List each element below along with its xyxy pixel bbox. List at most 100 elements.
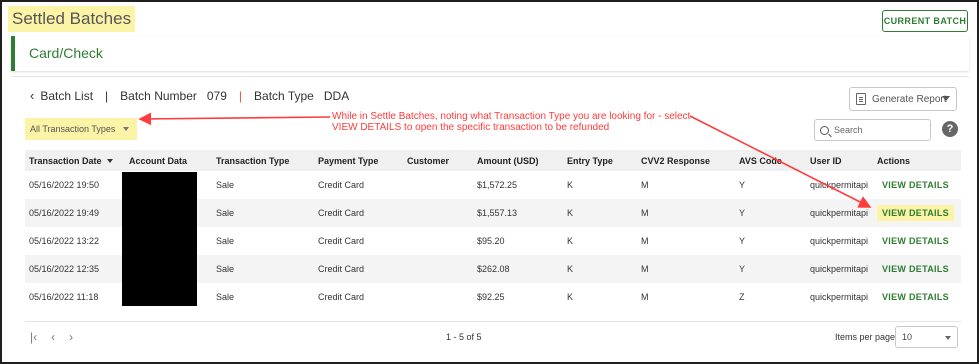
cell-amount: $1,557.13 (477, 208, 518, 218)
cell-date: 05/16/2022 13:22 (29, 236, 100, 246)
items-per-page-label: Items per page (835, 332, 896, 342)
cell-customer (403, 255, 473, 283)
column-header: Amount (USD) (477, 155, 539, 166)
current-batch-button[interactable]: CURRENT BATCH (882, 10, 968, 32)
column-header: Entry Type (567, 155, 613, 166)
section-header: Card/Check (11, 36, 969, 71)
filter-value: All Transaction Types (30, 124, 116, 134)
cell-payment: Credit Card (318, 180, 365, 190)
page-title: Settled Batches (8, 6, 136, 32)
cell-user: quickpermitapi (810, 180, 869, 190)
cell-entry: K (567, 180, 574, 190)
chevron-down-icon (945, 336, 951, 340)
column-header: Customer (407, 155, 450, 166)
cell-payment: Credit Card (318, 208, 365, 218)
first-page-icon[interactable]: |‹ (30, 330, 37, 344)
cell-cvv2: M (641, 236, 649, 246)
cell-avs: Z (739, 292, 745, 302)
cell-cvv2: M (641, 208, 649, 218)
divider (11, 76, 969, 77)
cell-amount: $95.20 (477, 236, 505, 246)
chevron-left-icon[interactable]: ‹ (30, 88, 34, 103)
cell-avs: Y (739, 264, 746, 274)
cell-date: 05/16/2022 11:18 (29, 292, 99, 302)
sort-down-icon[interactable] (106, 159, 113, 164)
cell-date: 05/16/2022 19:50 (29, 180, 100, 190)
cell-payment: Credit Card (318, 292, 365, 302)
view-details-button[interactable]: VIEW DETAILS (877, 233, 954, 249)
cell-entry: K (567, 208, 574, 218)
chevron-down-icon (123, 127, 129, 131)
cell-amount: $262.08 (477, 264, 510, 274)
cell-type: Sale (216, 180, 235, 190)
column-header: Payment Type (318, 155, 379, 166)
items-per-page-select[interactable]: 10 (895, 326, 958, 348)
cell-user: quickpermitapi (810, 264, 869, 274)
cell-type: Sale (216, 292, 235, 302)
cell-avs: Y (739, 208, 746, 218)
column-header: AVS Code (739, 155, 782, 166)
column-header: User ID (810, 155, 842, 166)
generate-report-label: Generate Report (872, 93, 947, 105)
cell-avs: Y (739, 236, 746, 246)
batch-number-value: 079 (206, 88, 227, 103)
divider (25, 321, 961, 322)
cell-customer (403, 283, 473, 311)
separator: | (238, 88, 243, 103)
cell-entry: K (567, 264, 574, 274)
annotation-text: While in Settle Batches, noting what Tra… (332, 111, 691, 133)
cell-amount: $92.25 (477, 292, 505, 302)
cell-date: 05/16/2022 12:35 (29, 264, 100, 274)
cell-amount: $1,572.25 (477, 180, 518, 190)
view-details-button[interactable]: VIEW DETAILS (877, 205, 954, 221)
cell-avs: Y (739, 180, 746, 190)
pagination: |‹ ‹ › (30, 330, 73, 344)
cell-user: quickpermitapi (810, 236, 869, 246)
chevron-down-icon (942, 96, 950, 101)
cell-cvv2: M (641, 292, 649, 302)
column-header: CVV2 Response (641, 155, 711, 166)
report-icon (856, 93, 866, 105)
view-details-button[interactable]: VIEW DETAILS (877, 177, 954, 193)
column-header[interactable]: Transaction Date (25, 150, 125, 171)
cell-type: Sale (216, 236, 235, 246)
batch-list-link[interactable]: Batch List (40, 89, 93, 103)
column-header: Transaction Type (216, 155, 290, 166)
cell-date: 05/16/2022 19:49 (29, 208, 100, 218)
cell-customer (403, 227, 473, 255)
redaction-block (122, 172, 197, 306)
view-details-button[interactable]: VIEW DETAILS (877, 261, 954, 277)
cell-customer (403, 171, 473, 199)
cell-payment: Credit Card (318, 236, 365, 246)
batch-number-label: Batch Number (120, 88, 197, 103)
column-header: Actions (877, 155, 911, 166)
page-count: 1 - 5 of 5 (446, 332, 482, 342)
next-page-icon[interactable]: › (69, 330, 73, 344)
batch-type-label: Batch Type (254, 88, 314, 103)
view-details-button[interactable]: VIEW DETAILS (877, 289, 954, 305)
cell-customer (403, 199, 473, 227)
cell-cvv2: M (641, 180, 649, 190)
generate-report-button[interactable]: Generate Report (849, 87, 957, 111)
cell-user: quickpermitapi (810, 208, 869, 218)
search-icon (820, 125, 829, 135)
search-input[interactable]: Search (814, 119, 931, 141)
section-title: Card/Check (29, 45, 103, 61)
cell-type: Sale (216, 208, 235, 218)
cell-payment: Credit Card (318, 264, 365, 274)
transaction-type-filter[interactable]: All Transaction Types (25, 118, 137, 140)
separator: | (105, 88, 109, 103)
prev-page-icon[interactable]: ‹ (51, 330, 55, 344)
batch-type-value: DDA (323, 88, 350, 103)
table-header-row: Transaction Date Account Data Transactio… (25, 150, 961, 171)
help-icon[interactable]: ? (942, 121, 958, 137)
cell-user: quickpermitapi (810, 292, 869, 302)
batch-info-bar: ‹ Batch List | Batch Number 079 | Batch … (30, 88, 349, 103)
cell-type: Sale (216, 264, 235, 274)
cell-entry: K (567, 292, 574, 302)
search-placeholder: Search (834, 125, 863, 135)
column-header: Account Data (129, 155, 188, 166)
items-per-page-value: 10 (902, 332, 913, 342)
cell-entry: K (567, 236, 574, 246)
cell-cvv2: M (641, 264, 649, 274)
